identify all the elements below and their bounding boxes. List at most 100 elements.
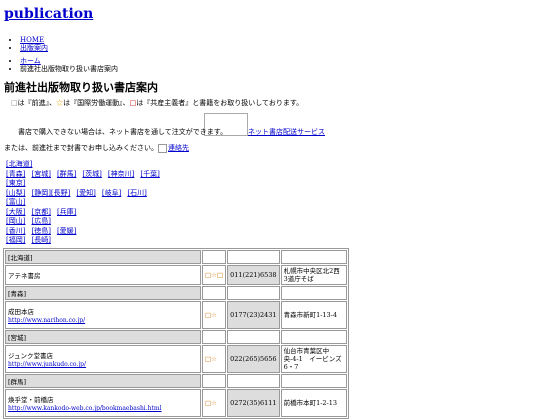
store-name-cell: 煥乎堂・前橋店 http://www.kankodo-web.co.jp/book… <box>5 389 201 417</box>
store-address: 前橋市本町1-2-13 <box>280 389 347 417</box>
store-address: 札幌市中央区北2西3道庁そば <box>280 265 347 285</box>
store-phone: 022(265)5656 <box>227 345 280 373</box>
region-link[interactable]: [静岡][長野] <box>31 189 70 197</box>
header-blank <box>280 374 347 388</box>
header-blank <box>280 286 347 300</box>
publication-marks: □☆ <box>202 389 227 417</box>
legend-text-2: は『国際労働運動』、 <box>63 99 130 107</box>
nav-link-publication-guide[interactable]: 出版案内 <box>20 44 48 52</box>
publication-marks: □☆□ <box>202 265 227 285</box>
table-row: ジュンク堂書店 http://www.junkudo.co.jp/□☆ 022(26… <box>5 345 347 373</box>
store-url-link[interactable]: http://www.kankodo-web.co.jp/bookmaebash… <box>8 405 162 412</box>
region-row: [東京] <box>6 179 166 189</box>
contact-icon <box>158 143 167 153</box>
header-blank <box>202 330 227 344</box>
contact-label: 連絡先 <box>168 144 189 152</box>
breadcrumb-current: 前進社出版物取り扱い書店案内 <box>20 65 118 73</box>
region-row: [富山] <box>6 198 166 208</box>
region-row: [大阪] [京都] [兵庫] <box>6 208 166 218</box>
region-header: [青森] <box>5 286 201 300</box>
region-row: [青森] [宮城] [群馬] [茨城] [神奈川] [千葉] <box>6 170 166 180</box>
store-name: アテネ書房 <box>8 272 41 280</box>
main-nav: HOME 出版案内 <box>0 36 48 52</box>
region-link[interactable]: [愛知] <box>76 189 95 197</box>
region-link[interactable]: [青森] <box>6 170 25 178</box>
store-url-link[interactable]: http://www.narihon.co.jp/ <box>8 317 85 324</box>
header-blank <box>202 250 227 264</box>
region-header-row: [宮城] <box>5 330 347 344</box>
header-blank <box>227 330 280 344</box>
region-header: [群馬] <box>5 374 201 388</box>
region-row: [岡山] [広島] <box>6 217 166 227</box>
header-blank <box>227 374 280 388</box>
header-blank <box>227 250 280 264</box>
nav-item-home: HOME <box>20 36 48 44</box>
mail-order-label: または、前進社まで封書でお申し込みください。 <box>4 144 158 152</box>
region-link[interactable]: [山梨] <box>6 189 25 197</box>
store-address: 仙台市青葉区中央-4-1 イービンズ6・7 <box>280 345 347 373</box>
region-link[interactable]: [福岡] <box>6 236 25 244</box>
table-row: 成田本店 http://www.narihon.co.jp/□☆ 0177(23)2… <box>5 301 347 329</box>
store-name-cell: 成田本店 http://www.narihon.co.jp/ <box>5 301 201 329</box>
bookstore-table: [北海道] アテネ書房 □☆□ 011(221)6538 札幌市中央区北2西3道庁そば [… <box>3 248 349 419</box>
region-link[interactable]: [長崎] <box>31 236 50 244</box>
legend-text-1: は『前進』、 <box>17 99 57 107</box>
breadcrumb-home-link[interactable]: ホーム <box>20 57 41 65</box>
region-link[interactable]: [千葉] <box>140 170 159 178</box>
region-index: [北海道] [青森] [宮城] [群馬] [茨城] [神奈川] [千葉] [東京] [山梨] [静… <box>6 160 166 246</box>
region-link[interactable]: [岐阜] <box>102 189 121 197</box>
region-header-row: [北海道] <box>5 250 347 264</box>
store-phone: 011(221)6538 <box>227 265 280 285</box>
region-link[interactable]: [京都] <box>31 208 50 216</box>
store-phone: 0177(23)2431 <box>227 301 280 329</box>
table-row: 煥乎堂・前橋店 http://www.kankodo-web.co.jp/book… <box>5 389 347 417</box>
legend-text-3: は『共産主義者』と書籍をお取り扱いしております。 <box>136 99 304 107</box>
header-blank <box>227 286 280 300</box>
store-name: 煥乎堂・前橋店 <box>8 396 54 404</box>
zenshin-symbol: □ <box>11 99 18 107</box>
region-link[interactable]: [東京] <box>6 179 25 187</box>
publication-marks: □☆ <box>202 345 227 373</box>
store-name-cell: ジュンク堂書店 http://www.junkudo.co.jp/ <box>5 345 201 373</box>
region-header-row: [群馬] <box>5 374 347 388</box>
region-row: [北海道] <box>6 160 166 170</box>
store-name-cell: アテネ書房 <box>5 265 201 285</box>
region-row: [香川] [徳島] [愛媛] <box>6 227 166 237</box>
page-title: 前進社出版物取り扱い書店案内 <box>4 81 158 94</box>
store-url-link[interactable]: http://www.junkudo.co.jp/ <box>8 361 86 368</box>
store-name: ジュンク堂書店 <box>8 352 54 360</box>
header-blank <box>202 286 227 300</box>
header-blank <box>202 374 227 388</box>
region-link[interactable]: [群馬] <box>57 170 76 178</box>
region-link[interactable]: [兵庫] <box>57 208 76 216</box>
region-link[interactable]: [富山] <box>6 198 25 206</box>
store-name: 成田本店 <box>8 308 34 316</box>
region-row: [福岡] [長崎] <box>6 236 166 246</box>
region-link[interactable]: [宮城] <box>31 170 50 178</box>
region-link[interactable]: [大阪] <box>6 208 25 216</box>
net-bookstore-service-link[interactable]: ネット書店配送サービス <box>248 127 325 137</box>
region-link[interactable]: [神奈川] <box>108 170 134 178</box>
site-title-link[interactable]: publication <box>4 6 93 22</box>
region-link[interactable]: [香川] <box>6 227 25 235</box>
breadcrumb: ホーム 前進社出版物取り扱い書店案内 <box>0 57 118 73</box>
contact-link[interactable]: 連絡先 <box>158 143 189 153</box>
publication-marks: □☆ <box>202 301 227 329</box>
store-phone: 0272(35)6111 <box>227 389 280 417</box>
store-address: 青森市新町1-13-4 <box>280 301 347 329</box>
symbol-legend: □は『前進』、☆は『国際労働運動』、□は『共産主義者』と書籍をお取り扱いしており… <box>11 98 303 108</box>
region-link[interactable]: [広島] <box>31 217 50 225</box>
region-link[interactable]: [石川] <box>127 189 146 197</box>
region-link[interactable]: [北海道] <box>6 160 32 168</box>
mail-order-text: または、前進社まで封書でお申し込みください。 連絡先 <box>4 143 189 153</box>
nav-link-home[interactable]: HOME <box>20 36 44 44</box>
region-header-row: [青森] <box>5 286 347 300</box>
header-blank <box>280 330 347 344</box>
region-link[interactable]: [岡山] <box>6 217 25 225</box>
region-header: [北海道] <box>5 250 201 264</box>
table-row: アテネ書房 □☆□ 011(221)6538 札幌市中央区北2西3道庁そば <box>5 265 347 285</box>
region-link[interactable]: [徳島] <box>31 227 50 235</box>
region-header: [宮城] <box>5 330 201 344</box>
region-link[interactable]: [愛媛] <box>57 227 76 235</box>
region-link[interactable]: [茨城] <box>82 170 101 178</box>
